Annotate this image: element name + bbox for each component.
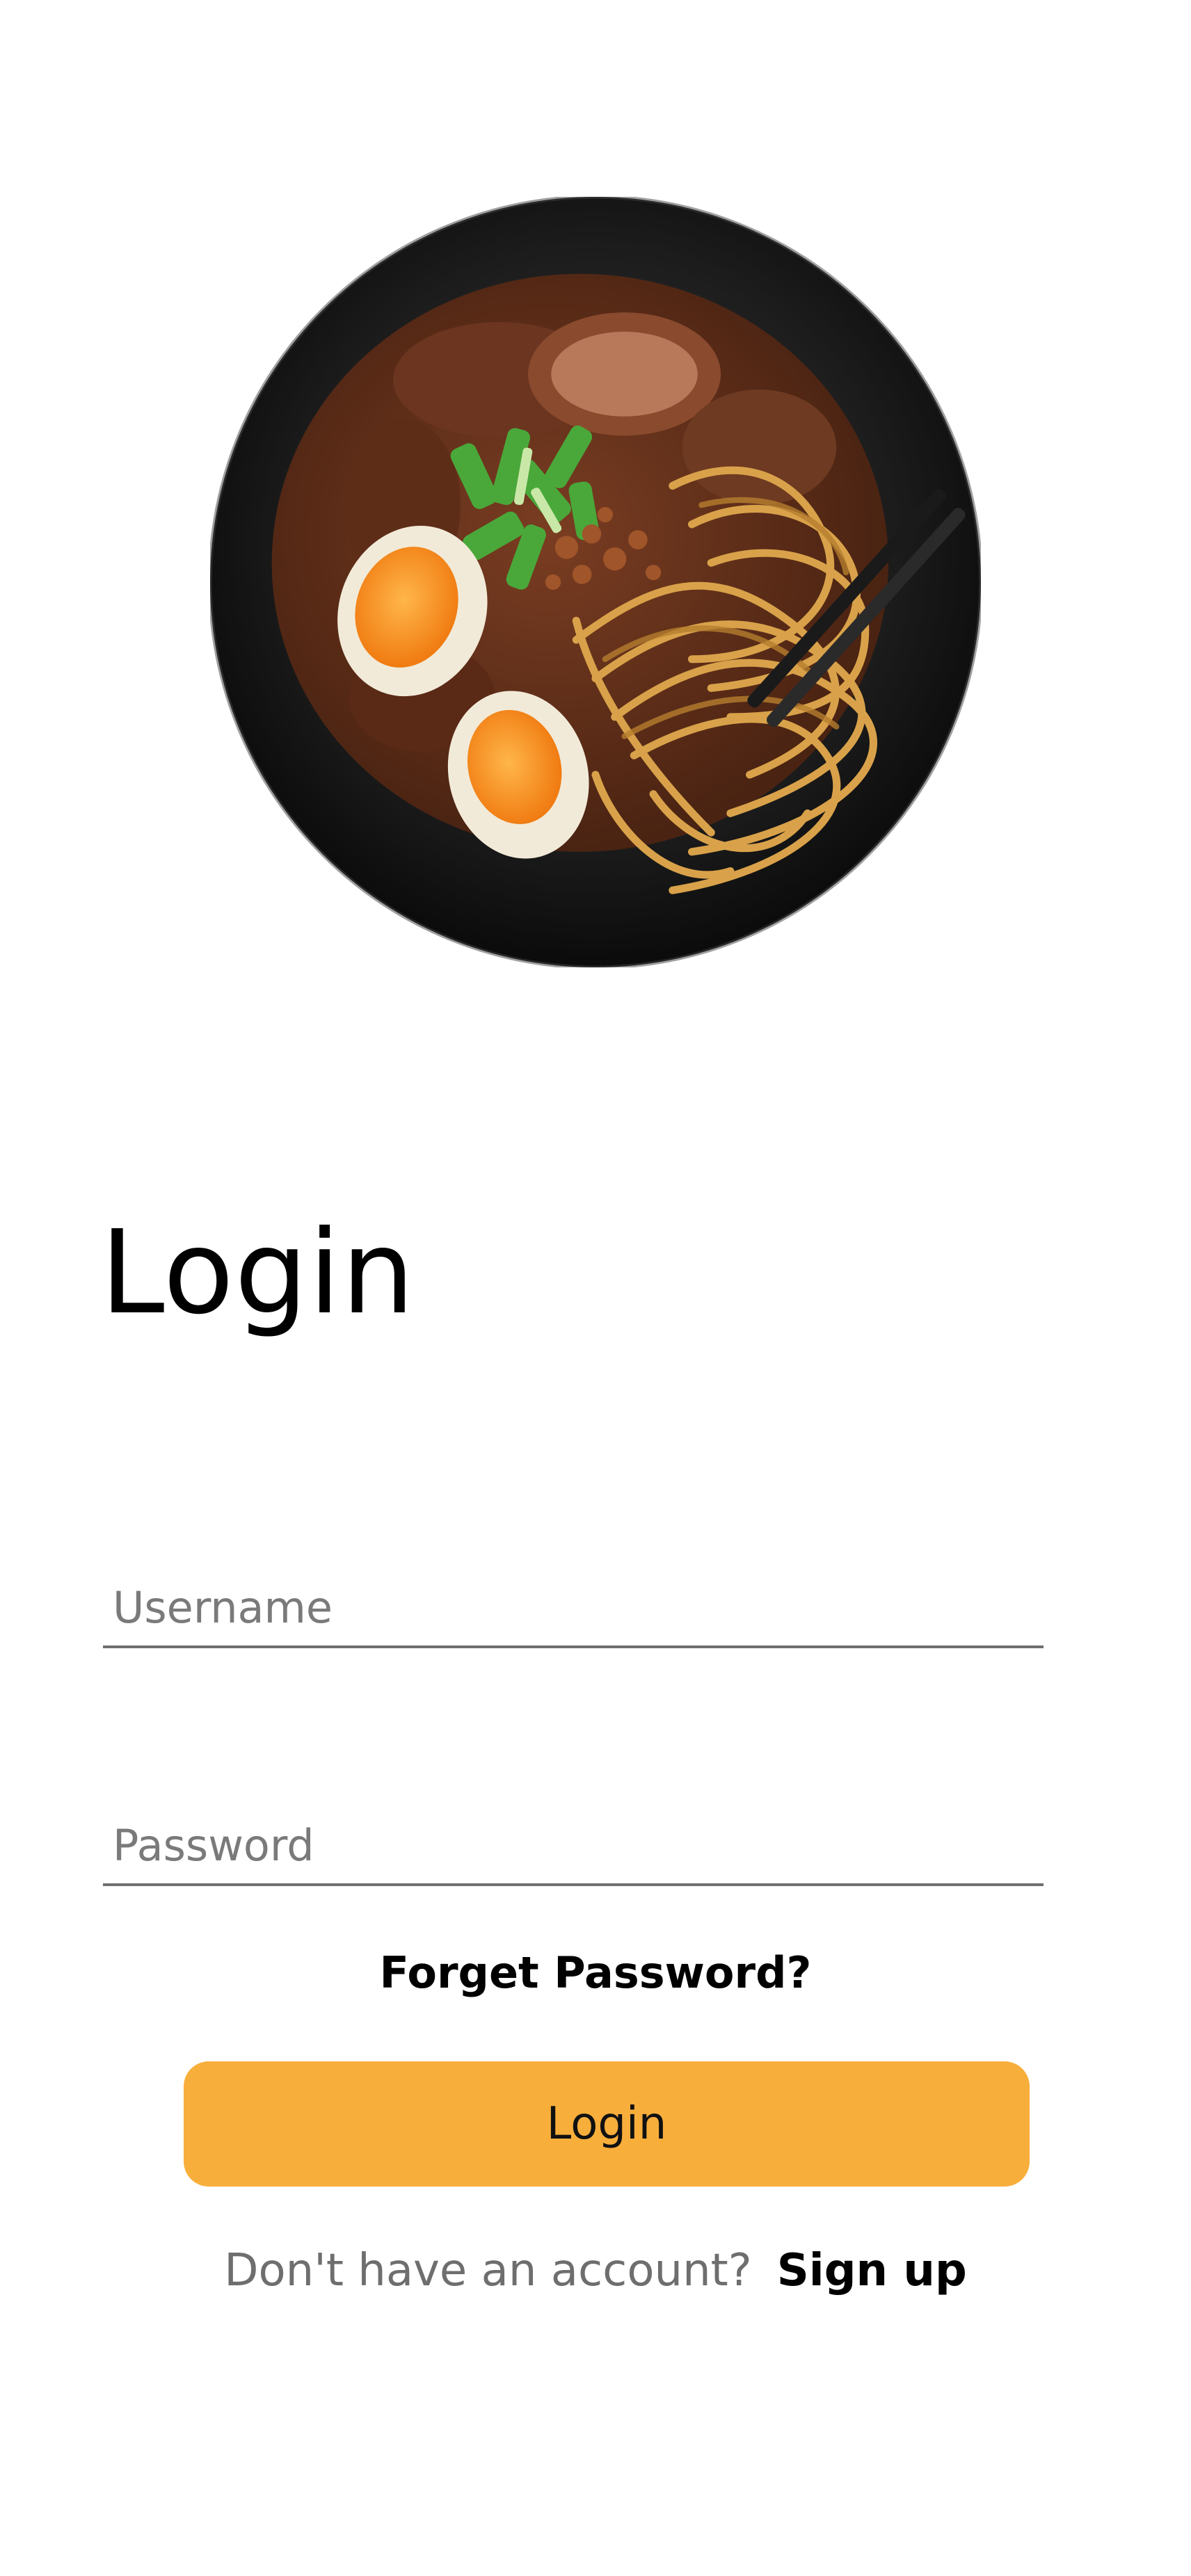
- ramen-bowl-image: [210, 197, 981, 967]
- forgot-password-link[interactable]: Forget Password?: [0, 1947, 1191, 1998]
- page-title: Login: [100, 1206, 415, 1340]
- password-input[interactable]: [113, 1820, 1031, 1871]
- username-field[interactable]: [103, 1569, 1044, 1648]
- username-input[interactable]: [113, 1582, 1031, 1633]
- signup-link[interactable]: Sign up: [777, 2245, 967, 2296]
- password-field[interactable]: [103, 1807, 1044, 1886]
- login-button[interactable]: Login: [184, 2061, 1030, 2187]
- signup-row: Don't have an account? Sign up: [0, 2245, 1191, 2296]
- signup-prompt: Don't have an account?: [224, 2245, 752, 2296]
